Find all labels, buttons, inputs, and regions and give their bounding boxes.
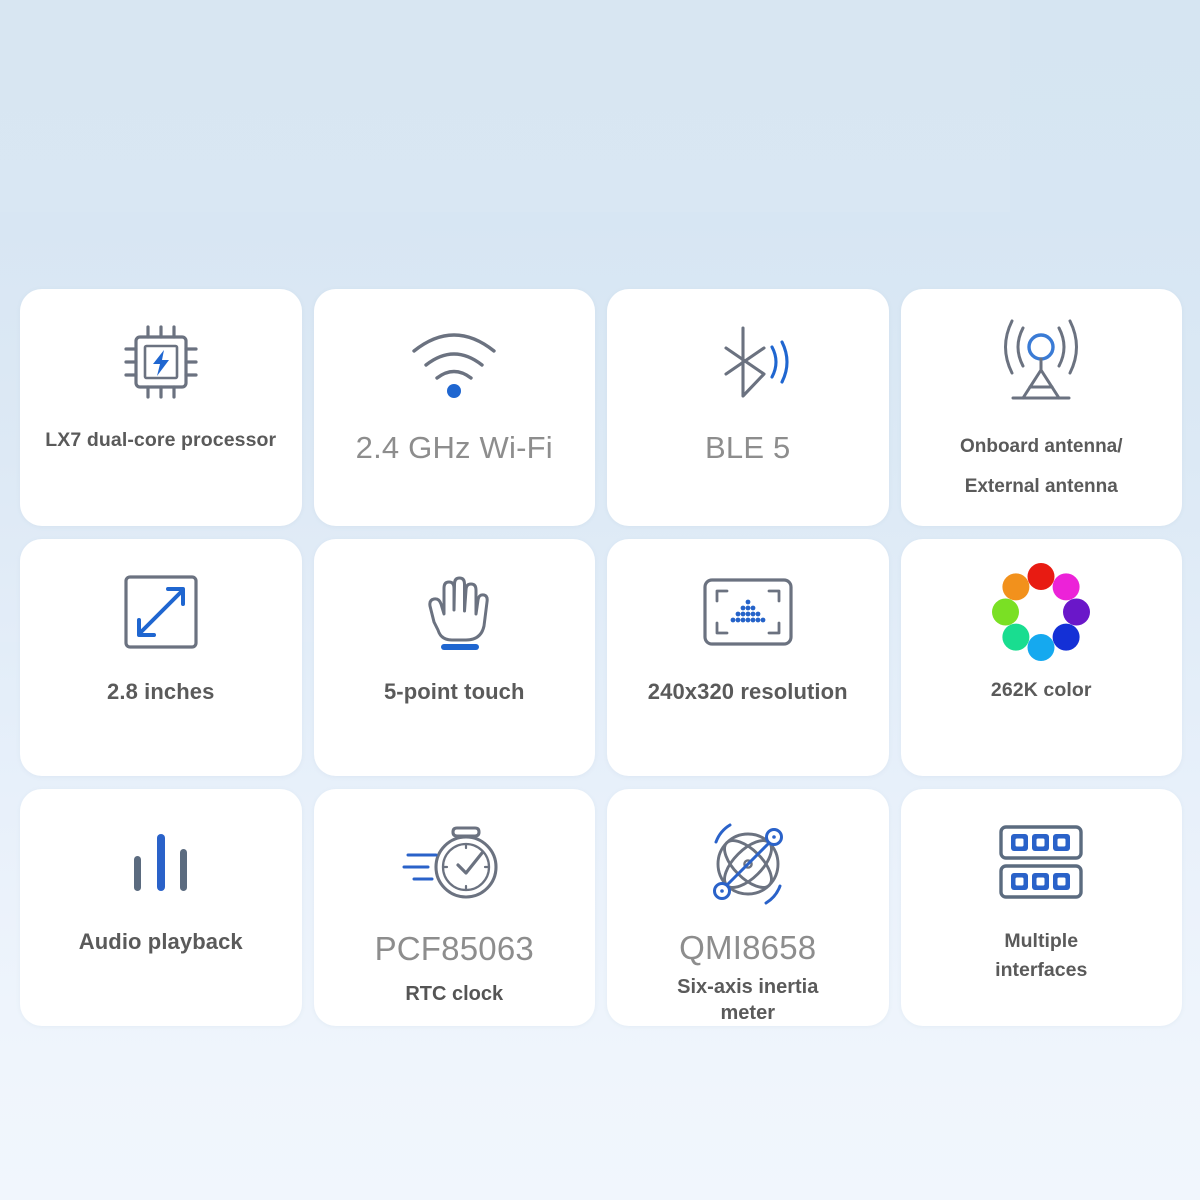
feature-sublabel: RTC clock	[405, 982, 504, 1005]
color-wheel-svg	[992, 563, 1091, 661]
feature-card-labels: Multiple interfaces	[901, 927, 1183, 1026]
stopwatch-icon	[314, 797, 596, 927]
wifi-icon	[314, 297, 596, 427]
feature-card-audio[interactable]: Audio playback	[20, 789, 302, 1026]
feature-card-labels: BLE 5	[607, 427, 889, 526]
feature-card-lx7-processor[interactable]: LX7 dual-core processor	[20, 289, 302, 526]
feature-card-imu[interactable]: QMI8658 Six-axis inertia meter	[607, 789, 889, 1026]
feature-card-labels: LX7 dual-core processor	[20, 427, 302, 526]
feature-label: PCF85063	[374, 930, 534, 967]
feature-label-line1: Onboard antenna/	[959, 436, 1123, 457]
feature-label: Audio playback	[78, 929, 243, 954]
bluetooth-icon	[607, 297, 889, 427]
hand-touch-icon	[314, 547, 596, 677]
feature-label: 2.4 GHz Wi-Fi	[355, 430, 553, 465]
resolution-frame-icon	[607, 547, 889, 677]
feature-card-antenna[interactable]: Onboard antenna/ External antenna	[900, 289, 1183, 526]
feature-label: 2.8 inches	[107, 679, 215, 704]
feature-card-labels: Onboard antenna/ External antenna	[901, 427, 1183, 526]
feature-label: LX7 dual-core processor	[45, 429, 277, 451]
antenna-tower-icon	[901, 297, 1183, 427]
feature-grid: LX7 dual-core processor 2.4 GHz Wi-Fi BL…	[20, 289, 1182, 1026]
audio-bars-icon	[20, 797, 302, 927]
feature-card-labels: QMI8658 Six-axis inertia meter	[607, 926, 889, 1026]
feature-label: QMI8658	[679, 929, 817, 967]
diagonal-arrows-icon	[20, 547, 302, 677]
gyroscope-icon	[607, 797, 889, 926]
feature-card-labels: 2.8 inches	[20, 677, 302, 776]
feature-card-wifi[interactable]: 2.4 GHz Wi-Fi	[313, 289, 596, 526]
background-wash-top	[0, 0, 1010, 212]
feature-card-labels: 5-point touch	[314, 677, 596, 776]
feature-card-screen-size[interactable]: 2.8 inches	[20, 539, 302, 776]
color-wheel-ring	[992, 563, 1091, 661]
feature-card-resolution[interactable]: 240x320 resolution	[607, 539, 889, 776]
feature-label-line2: interfaces	[995, 959, 1088, 982]
feature-card-interfaces[interactable]: Multiple interfaces	[900, 789, 1183, 1026]
color-wheel-icon	[901, 547, 1183, 677]
feature-label-line1: Multiple	[1004, 930, 1079, 952]
connector-ports-icon	[901, 797, 1183, 927]
feature-label: 262K color	[990, 679, 1092, 701]
feature-card-labels: PCF85063 RTC clock	[314, 927, 596, 1026]
feature-card-labels: Audio playback	[20, 927, 302, 1026]
cpu-chip-icon	[20, 297, 302, 427]
feature-card-labels: 2.4 GHz Wi-Fi	[314, 427, 596, 526]
feature-label: 5-point touch	[383, 679, 525, 704]
feature-label: BLE 5	[705, 430, 791, 465]
feature-card-ble5[interactable]: BLE 5	[607, 289, 889, 526]
feature-sublabel-line1: Six-axis inertia	[677, 976, 819, 998]
feature-card-labels: 262K color	[901, 677, 1183, 776]
feature-card-labels: 240x320 resolution	[607, 677, 889, 776]
feature-label: 240x320 resolution	[647, 679, 848, 704]
feature-card-rtc-clock[interactable]: PCF85063 RTC clock	[313, 789, 596, 1026]
feature-card-color-depth[interactable]: 262K color	[900, 539, 1183, 776]
feature-sublabel-line2: meter	[720, 1002, 775, 1024]
feature-label-line2: External antenna	[964, 475, 1118, 497]
feature-card-touch[interactable]: 5-point touch	[313, 539, 596, 776]
